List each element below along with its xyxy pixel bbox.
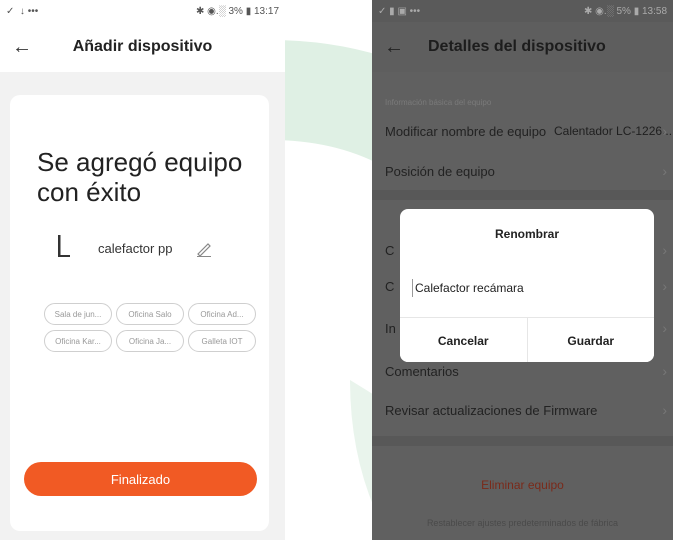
section-divider (372, 436, 673, 446)
dialog-title: Renombrar (494, 227, 559, 241)
app-bar: ← Detalles del dispositivo (372, 22, 673, 72)
heater-device-icon (58, 235, 70, 257)
row-label: In (385, 320, 396, 336)
add-device-screen: ✓ ↓ ••• ✱ ◉.░ 3% ▮ 13:17 ← Añadir dispos… (0, 0, 285, 540)
success-message: Se agregó equipo con éxito (37, 147, 243, 207)
rename-device-row[interactable]: Modificar nombre de equipo Calentador LC… (372, 113, 673, 149)
page-title: Detalles del dispositivo (428, 38, 606, 55)
chevron-right-icon: › (662, 320, 667, 336)
status-bar: ✓ ▮ ▣ ••• ✱ ◉.░ 5% ▮ 13:58 (372, 0, 673, 22)
status-icons-right: ✱ ◉.░ 5% ▮ 13:58 (583, 5, 667, 17)
row-label: Revisar actualizaciones de Firmware (385, 402, 598, 418)
device-details-screen: ✓ ▮ ▣ ••• ✱ ◉.░ 5% ▮ 13:58 ← Detalles de… (372, 0, 673, 540)
status-icons-left: ✓ ↓ ••• (6, 5, 39, 17)
chevron-right-icon: › (662, 402, 667, 418)
row-value: Calentador LC-1226... (554, 124, 673, 138)
device-name: calefactor pp (98, 241, 173, 256)
chevron-right-icon: › (662, 163, 667, 179)
room-chips: Sala de jun... Oficina Salo Oficina Ad..… (44, 303, 274, 352)
back-arrow-icon[interactable]: ← (12, 37, 32, 57)
chevron-right-icon: › (662, 363, 667, 379)
room-chip[interactable]: Oficina Ad... (188, 303, 256, 325)
edit-pencil-icon[interactable] (196, 241, 212, 257)
row-label: C (385, 278, 395, 294)
page-title: Añadir dispositivo (72, 38, 213, 55)
status-icons-right: ✱ ◉.░ 3% ▮ 13:17 (195, 5, 279, 17)
status-icons-left: ✓ ▮ ▣ ••• (378, 5, 421, 17)
factory-reset-link[interactable]: Restablecer ajustes predeterminados de f… (372, 518, 673, 528)
row-label: Posición de equipo (385, 163, 495, 179)
room-chip[interactable]: Oficina Salo (116, 303, 184, 325)
row-label: Comentarios (385, 363, 459, 379)
app-bar: ← Añadir dispositivo (0, 22, 285, 72)
success-card: Se agregó equipo con éxito calefactor pp… (10, 95, 269, 531)
section-label: Información básica del equipo (385, 98, 492, 107)
chevron-right-icon: › (662, 242, 667, 258)
chevron-right-icon: › (662, 123, 667, 139)
room-chip[interactable]: Galleta IOT (188, 330, 256, 352)
delete-device-button[interactable]: Eliminar equipo (372, 478, 673, 492)
status-bar: ✓ ↓ ••• ✱ ◉.░ 3% ▮ 13:17 (0, 0, 285, 22)
room-chip[interactable]: Sala de jun... (44, 303, 112, 325)
save-button[interactable]: Guardar (526, 318, 654, 362)
row-label: Modificar nombre de equipo (385, 123, 547, 139)
back-arrow-icon[interactable]: ← (384, 37, 404, 57)
row-label: C (385, 242, 395, 258)
cancel-button[interactable]: Cancelar (400, 318, 527, 362)
firmware-update-row[interactable]: Revisar actualizaciones de Firmware › (372, 392, 673, 428)
finish-button[interactable]: Finalizado (24, 462, 257, 496)
rename-input[interactable] (412, 279, 577, 297)
room-chip[interactable]: Oficina Kar... (44, 330, 112, 352)
rename-dialog: Renombrar Cancelar Guardar (400, 209, 654, 362)
dialog-actions: Cancelar Guardar (400, 317, 654, 362)
section-divider (372, 190, 673, 200)
chevron-right-icon: › (662, 278, 667, 294)
room-chip[interactable]: Oficina Ja... (116, 330, 184, 352)
device-position-row[interactable]: Posición de equipo › (372, 153, 673, 189)
